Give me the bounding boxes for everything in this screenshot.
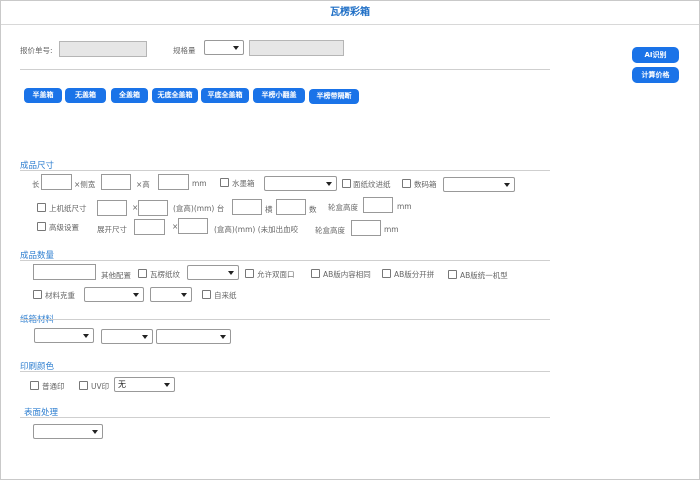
divider (20, 260, 550, 261)
chevron-down-icon (504, 183, 510, 187)
chevron-down-icon (228, 271, 234, 275)
self-paper-label: 自来纸 (214, 291, 237, 300)
box-height-mm-label: (盒高)(mm) 台 (173, 204, 225, 213)
bite-height2-input[interactable] (351, 220, 381, 236)
flute-paper-select[interactable] (187, 265, 239, 280)
flute-paper-label: 瓦楞纸纹 (150, 270, 180, 279)
height-input[interactable] (158, 174, 189, 190)
machine-size-checkbox[interactable] (37, 203, 46, 212)
normal-print-checkbox[interactable] (30, 381, 39, 390)
count-box-label: 数码箱 (414, 180, 437, 189)
width-input[interactable] (101, 174, 131, 190)
ab-same-label: AB版内容相同 (323, 270, 371, 279)
material-select-3[interactable] (156, 329, 231, 344)
ab-split-checkbox[interactable] (382, 269, 391, 278)
allow-flip-label: 允许双面口 (257, 270, 295, 279)
divider (20, 170, 550, 171)
bite-height-input[interactable] (363, 197, 393, 213)
ab-unified-checkbox[interactable] (448, 270, 457, 279)
machine-count-input[interactable] (232, 199, 262, 215)
count-box-select[interactable] (443, 177, 515, 192)
spec-select[interactable] (204, 40, 244, 55)
chevron-down-icon (142, 335, 148, 339)
spec-label: 规格量 (173, 46, 196, 55)
box-type-button[interactable]: 无底全盖箱 (152, 88, 198, 103)
mm2-label: mm (384, 225, 399, 234)
divider (20, 417, 550, 418)
advanced-checkbox[interactable] (37, 222, 46, 231)
box-type-button[interactable]: 全盖箱 (111, 88, 148, 103)
print-color-value: 无 (118, 380, 126, 389)
material-weight-select-2[interactable] (150, 287, 192, 302)
inner-paper-label: 面纸纹进纸 (353, 180, 391, 189)
chevron-down-icon (164, 383, 170, 387)
chevron-down-icon (326, 182, 332, 186)
divider (20, 319, 550, 320)
quantity-input[interactable] (33, 264, 96, 280)
count-box-checkbox[interactable] (402, 179, 411, 188)
width-label: ×侧宽 (74, 180, 96, 189)
height-label: ×高 (136, 180, 150, 189)
bite-height-label: 轮盒高度 (328, 203, 358, 212)
advanced-label: 高级设置 (49, 223, 79, 232)
material-weight-checkbox[interactable] (33, 290, 42, 299)
spec-input[interactable] (249, 40, 344, 56)
mm-label: mm (397, 202, 412, 211)
ai-recognize-button[interactable]: AI识别 (632, 47, 679, 63)
ab-unified-label: AB版统一机型 (460, 271, 508, 280)
chevron-down-icon (83, 334, 89, 338)
window-frame (0, 0, 700, 480)
material-select-2[interactable] (101, 329, 153, 344)
material-weight-label: 材料克重 (45, 291, 75, 300)
uv-print-checkbox[interactable] (79, 381, 88, 390)
count-label: 数 (309, 205, 317, 214)
material-weight-select[interactable] (84, 287, 144, 302)
self-paper-checkbox[interactable] (202, 290, 211, 299)
expand-height-input[interactable] (178, 218, 208, 234)
other-config-label: 其他配置 (101, 271, 131, 280)
box-type-button[interactable]: 半榜带隔断 (309, 89, 359, 104)
chevron-down-icon (133, 293, 139, 297)
box-type-button[interactable]: 平底全盖箱 (201, 88, 249, 103)
surface-select[interactable] (33, 424, 103, 439)
machine-height-input[interactable] (138, 200, 168, 216)
ab-same-checkbox[interactable] (311, 269, 320, 278)
chevron-down-icon (220, 335, 226, 339)
expand-width-input[interactable] (134, 219, 165, 235)
inner-paper-checkbox[interactable] (342, 179, 351, 188)
page-title: 瓦楞彩箱 (330, 7, 370, 18)
flute-paper-checkbox[interactable] (138, 269, 147, 278)
box-type-button[interactable]: 半盖箱 (24, 88, 62, 103)
row-input[interactable] (276, 199, 306, 215)
title-bar: 瓦楞彩箱 (1, 1, 699, 25)
machine-width-input[interactable] (97, 200, 127, 216)
unit-label: mm (192, 179, 207, 188)
water-box-label: 水墨箱 (232, 179, 255, 188)
allow-flip-checkbox[interactable] (245, 269, 254, 278)
quote-no-input[interactable] (59, 41, 147, 57)
quote-no-label: 报价单号: (20, 46, 53, 55)
water-box-checkbox[interactable] (220, 178, 229, 187)
machine-size-label: 上机纸尺寸 (49, 204, 87, 213)
length-label: 长 (32, 180, 40, 189)
divider (20, 371, 550, 372)
chevron-down-icon (233, 46, 239, 50)
box-type-button[interactable]: 半榜小翻盖 (253, 88, 305, 103)
calculate-price-button[interactable]: 计算价格 (632, 67, 679, 83)
box-type-button[interactable]: 无盖箱 (65, 88, 106, 103)
chevron-down-icon (92, 430, 98, 434)
no-bleed-label: (盒高)(mm) (未加出血咬 (214, 225, 299, 234)
print-color-select[interactable]: 无 (114, 377, 175, 392)
water-box-select[interactable] (264, 176, 337, 191)
material-select-1[interactable] (34, 328, 94, 343)
row-label: 横 (265, 205, 273, 214)
bite-height2-label: 轮盒高度 (315, 226, 345, 235)
uv-print-label: UV印 (91, 382, 110, 391)
normal-print-label: 普通印 (42, 382, 65, 391)
chevron-down-icon (181, 293, 187, 297)
length-input[interactable] (41, 174, 72, 190)
expand-size-label: 展开尺寸 (97, 225, 127, 234)
divider (20, 69, 550, 70)
ab-split-label: AB版分开拼 (394, 270, 435, 279)
